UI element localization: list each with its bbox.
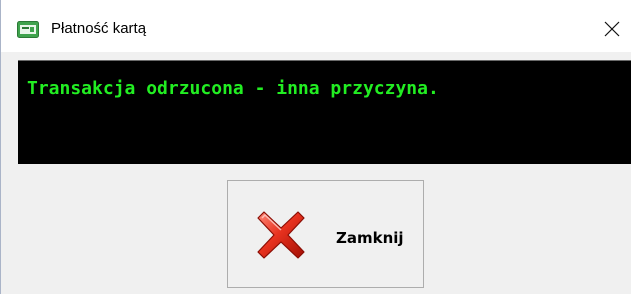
close-button[interactable] xyxy=(595,14,629,44)
red-x-icon xyxy=(257,211,305,259)
close-button-label: Zamknij xyxy=(336,229,404,247)
message-display: Transakcja odrzucona - inna przyczyna. xyxy=(18,60,631,164)
close-icon xyxy=(604,21,620,37)
window-title: Płatność kartą xyxy=(51,20,147,37)
close-dialog-button[interactable]: Zamknij xyxy=(227,180,424,288)
card-terminal-icon xyxy=(17,21,39,38)
payment-dialog: Płatność kartą Transakcja odrzucona - in… xyxy=(0,0,631,294)
transaction-status-message: Transakcja odrzucona - inna przyczyna. xyxy=(27,78,439,99)
title-bar[interactable]: Płatność kartą xyxy=(1,0,631,52)
